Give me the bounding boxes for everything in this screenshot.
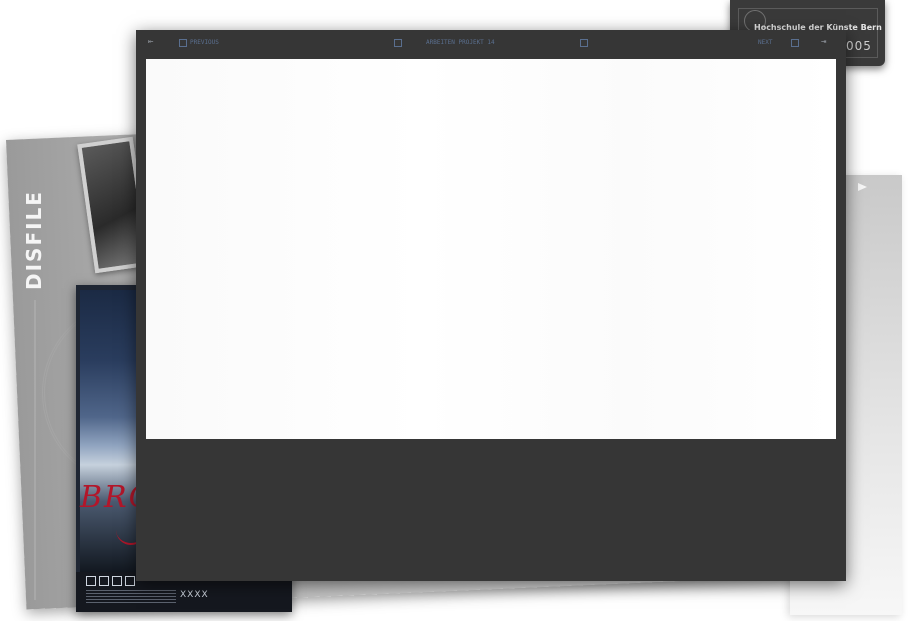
caption-marker-icon: [394, 39, 402, 47]
background-logo: DISFILE: [22, 190, 46, 290]
poster-mark: XXXX: [180, 590, 209, 600]
poster-fine-print: [86, 590, 176, 604]
lightbox-window: ⇤ PREVIOUS ARBEITEN PROJEKT 14 NEXT ⇥: [136, 30, 846, 581]
poster-square-icon: [112, 576, 122, 586]
lightbox-toolbar: ⇤ PREVIOUS ARBEITEN PROJEKT 14 NEXT ⇥: [136, 30, 846, 58]
poster-icon-row: [86, 576, 135, 586]
poster-square-icon: [86, 576, 96, 586]
back-arrow-icon[interactable]: ⇤: [148, 37, 153, 47]
image-viewport[interactable]: [146, 59, 836, 439]
poster-square-icon: [99, 576, 109, 586]
next-button[interactable]: NEXT: [758, 39, 772, 46]
badge-year: 005: [846, 39, 872, 53]
background-rule: [34, 300, 36, 600]
poster-square-icon: [125, 576, 135, 586]
image-caption: ARBEITEN PROJEKT 14: [426, 39, 495, 46]
forward-arrow-icon[interactable]: ⇥: [821, 37, 826, 47]
prev-button[interactable]: PREVIOUS: [190, 39, 219, 46]
play-arrow-icon: [858, 183, 867, 191]
next-grid-icon[interactable]: [791, 39, 799, 47]
prev-grid-icon[interactable]: [179, 39, 187, 47]
fullscreen-icon[interactable]: [580, 39, 588, 47]
